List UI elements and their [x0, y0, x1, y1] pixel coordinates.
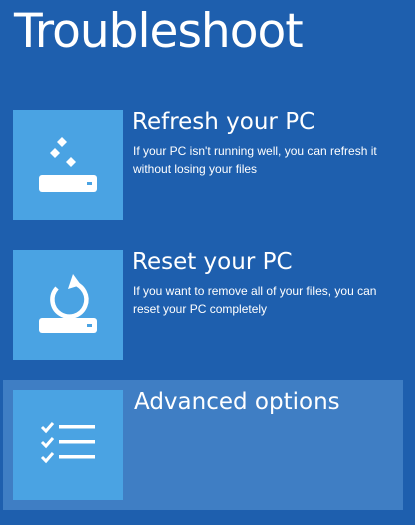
- refresh-pc-description: If your PC isn't running well, you can r…: [133, 144, 377, 176]
- page-title: Troubleshoot: [14, 4, 304, 59]
- reset-pc-tile[interactable]: [13, 250, 123, 360]
- advanced-options-tile[interactable]: [13, 390, 123, 500]
- advanced-options-title: Advanced options: [134, 389, 340, 415]
- reset-pc-description: If you want to remove all of your files,…: [133, 284, 377, 316]
- reset-pc-title: Reset your PC: [132, 249, 293, 275]
- checklist-icon: [40, 422, 95, 464]
- refresh-pc-icon: [39, 137, 97, 192]
- refresh-pc-title: Refresh your PC: [132, 109, 316, 135]
- reset-pc-icon: [39, 274, 97, 333]
- reset-pc-option[interactable]: Reset your PC If you want to remove all …: [3, 238, 403, 368]
- advanced-options-option[interactable]: Advanced options: [3, 380, 403, 510]
- refresh-pc-option[interactable]: Refresh your PC If your PC isn't running…: [3, 98, 403, 228]
- refresh-pc-tile[interactable]: [13, 110, 123, 220]
